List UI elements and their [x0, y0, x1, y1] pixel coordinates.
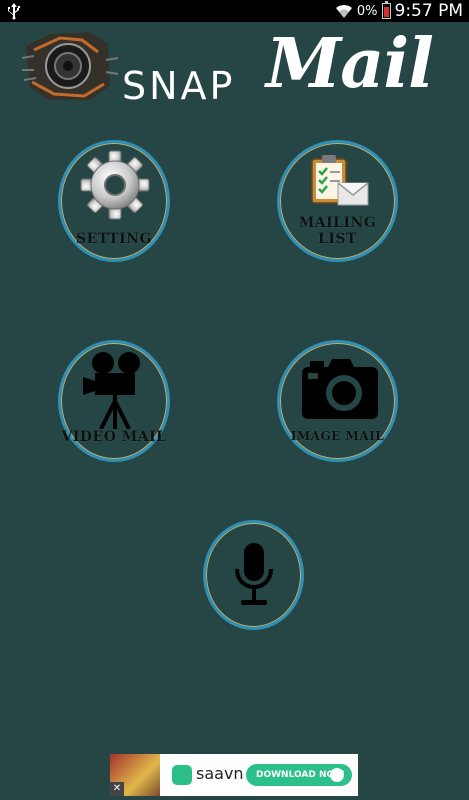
battery-icon — [381, 1, 391, 19]
video-mail-button[interactable]: VIDEO MAIL — [58, 340, 170, 462]
saavn-logo-icon — [172, 765, 192, 785]
gear-icon — [80, 150, 150, 220]
mailing-list-button[interactable]: MAILING LIST — [277, 140, 398, 262]
clipboard-mail-icon — [311, 155, 369, 206]
camera-icon — [302, 359, 378, 419]
video-camera-icon — [83, 352, 140, 429]
logo-camera-icon — [21, 32, 119, 100]
status-right: 0% 9:57 PM — [335, 0, 463, 22]
status-bar: 0% 9:57 PM — [0, 0, 469, 22]
logo-mail-text: Mail — [266, 24, 434, 104]
ad-brand: saavn — [196, 764, 244, 783]
image-mail-label: IMAGE MAIL — [290, 429, 385, 443]
ad-banner[interactable]: ✕ saavn DOWNLOAD NOW — [110, 754, 358, 796]
microphone-icon — [235, 543, 273, 605]
setting-button[interactable]: SETTING — [58, 140, 170, 262]
ad-close-icon[interactable]: ✕ — [110, 782, 124, 796]
setting-label: SETTING — [76, 231, 152, 247]
store-icon — [330, 768, 344, 782]
video-mail-label: VIDEO MAIL — [61, 429, 167, 445]
ad-download-button[interactable]: DOWNLOAD NOW — [246, 764, 352, 786]
usb-icon — [8, 3, 20, 20]
battery-percent: 0% — [356, 3, 378, 19]
image-mail-button[interactable]: IMAGE MAIL — [277, 340, 398, 462]
mailing-list-label: MAILING LIST — [298, 215, 377, 247]
microphone-button[interactable] — [203, 520, 304, 630]
wifi-icon — [335, 4, 352, 18]
clock: 9:57 PM — [394, 1, 464, 21]
app-logo: SNAP Mail — [18, 22, 448, 110]
logo-snap-text: SNAP — [122, 64, 236, 108]
